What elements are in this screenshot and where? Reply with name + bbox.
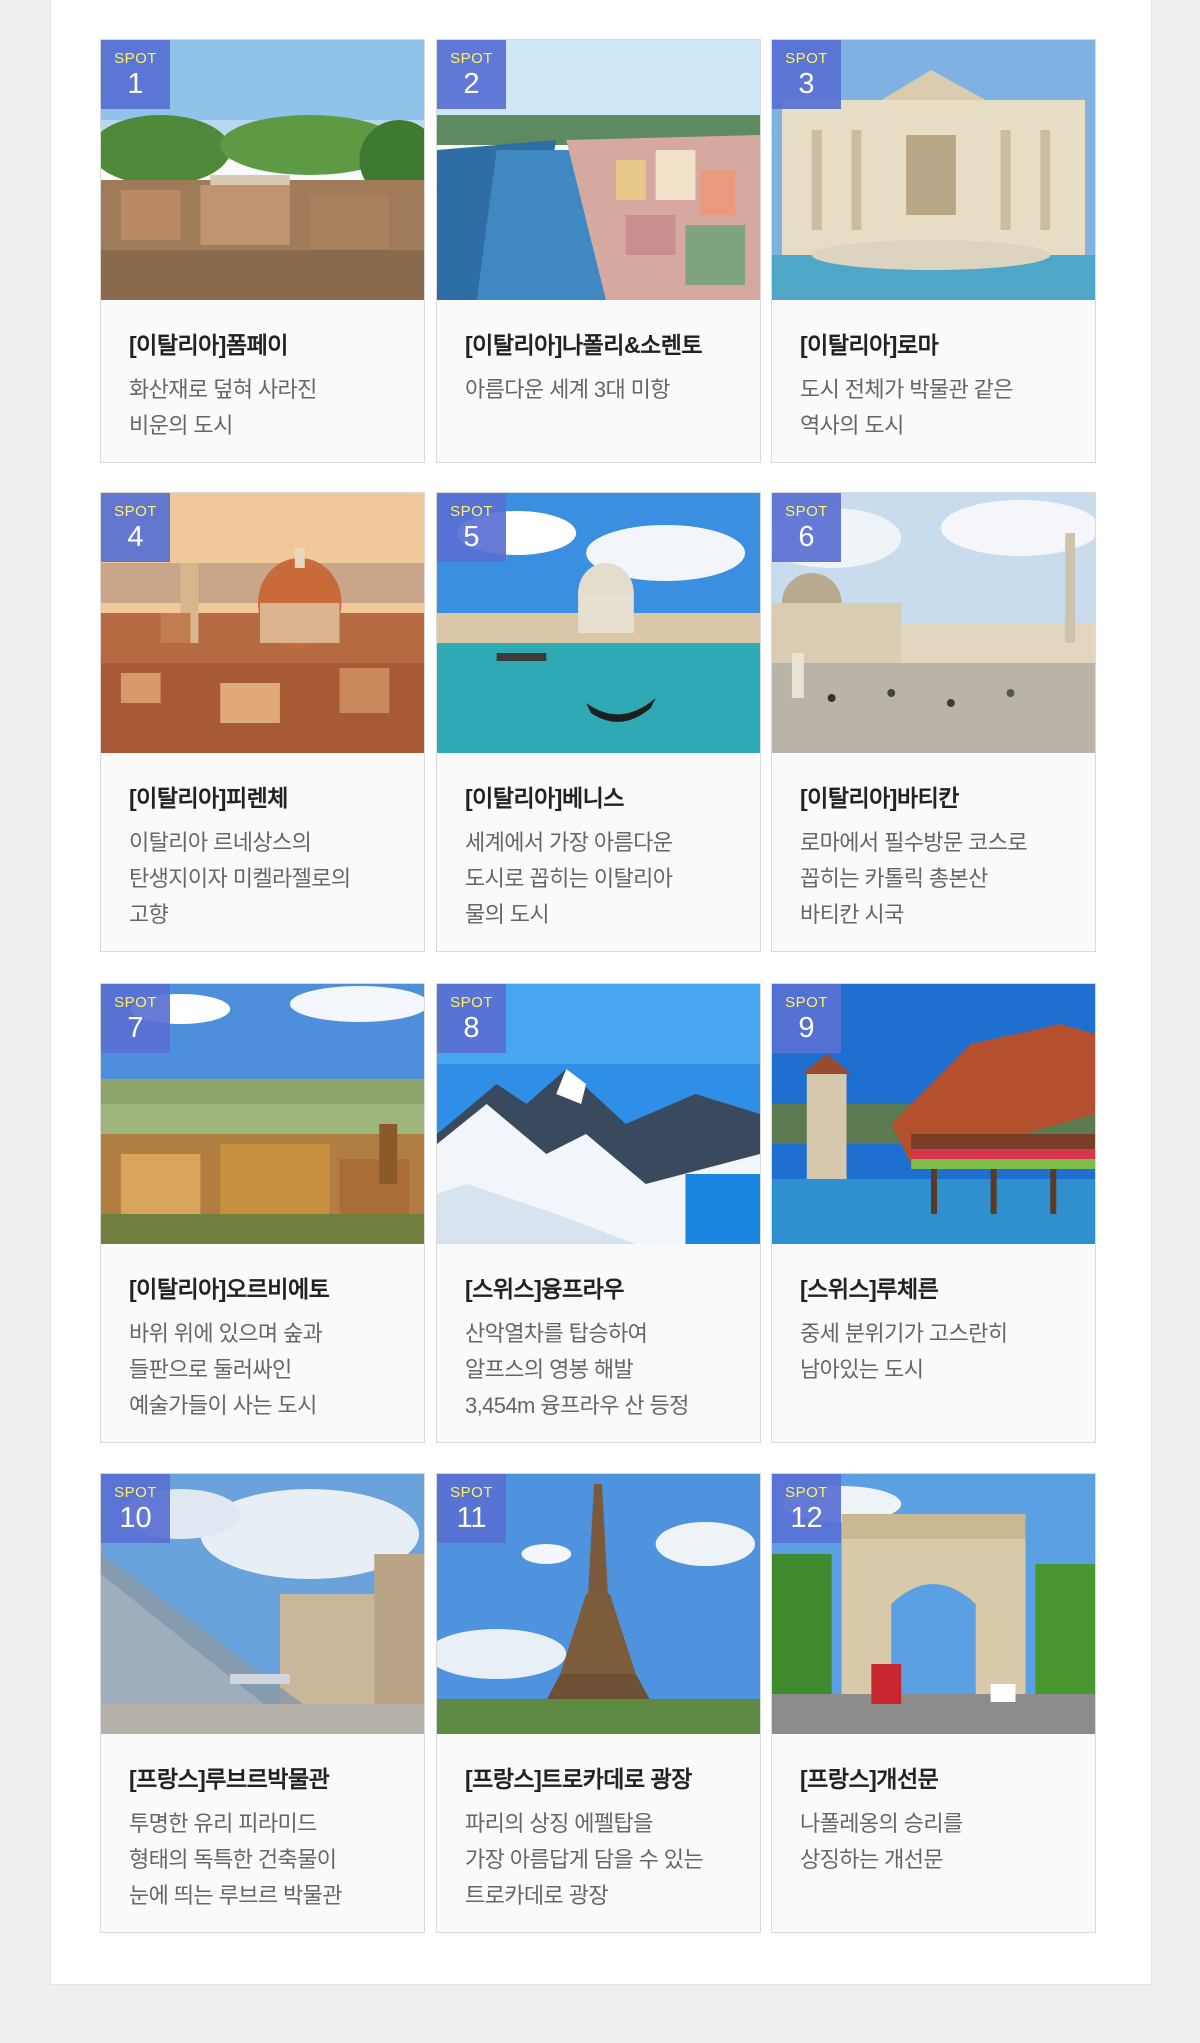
spot-card-1[interactable]: SPOT 1 [이탈리아]폼페이 화산재로 덮혀 사라진 비운의 도시 <box>100 39 425 463</box>
spot-title: [이탈리아]로마 <box>800 332 939 358</box>
spot-title: [프랑스]트로카데로 광장 <box>465 1766 692 1792</box>
spot-title: [스위스]융프라우 <box>465 1276 624 1302</box>
spot-badge: SPOT 2 <box>437 40 506 109</box>
spot-badge: SPOT 4 <box>101 493 170 562</box>
spot-card-2[interactable]: SPOT 2 [이탈리아]나폴리&소렌토 아름다운 세계 3대 미항 <box>436 39 761 463</box>
spot-badge: SPOT 7 <box>101 984 170 1053</box>
spot-image-jungfrau: SPOT 8 <box>437 984 760 1244</box>
spot-badge: SPOT 11 <box>437 1474 506 1543</box>
spot-image-venice: SPOT 5 <box>437 493 760 753</box>
spot-badge: SPOT 3 <box>772 40 841 109</box>
spot-title: [이탈리아]나폴리&소렌토 <box>465 332 703 358</box>
spot-card-9[interactable]: SPOT 9 [스위스]루체른 중세 분위기가 고스란히 남아있는 도시 <box>771 983 1096 1443</box>
spot-description: 도시 전체가 박물관 같은 역사의 도시 <box>800 377 1014 438</box>
spot-badge: SPOT 6 <box>772 493 841 562</box>
spot-description: 이탈리아 르네상스의 탄생지이자 미켈라젤로의 고향 <box>129 830 351 927</box>
spot-description: 중세 분위기가 고스란히 남아있는 도시 <box>800 1321 1008 1382</box>
spot-image-louvre: SPOT 10 <box>101 1474 424 1734</box>
spot-title: [프랑스]루브르박물관 <box>129 1766 330 1792</box>
spot-title: [이탈리아]오르비에토 <box>129 1276 330 1302</box>
spot-badge: SPOT 12 <box>772 1474 841 1543</box>
spot-image-arc-de-triomphe: SPOT 12 <box>772 1474 1095 1734</box>
spot-title: [프랑스]개선문 <box>800 1766 939 1792</box>
spot-card-7[interactable]: SPOT 7 [이탈리아]오르비에토 바위 위에 있으며 숲과 들판으로 둘러싸인… <box>100 983 425 1443</box>
spot-badge: SPOT 10 <box>101 1474 170 1543</box>
spot-title: [이탈리아]폼페이 <box>129 332 288 358</box>
spot-image-florence: SPOT 4 <box>101 493 424 753</box>
spot-card-6[interactable]: SPOT 6 [이탈리아]바티칸 로마에서 필수방문 코스로 꼽히는 카톨릭 총본… <box>771 492 1096 952</box>
spot-image-rome: SPOT 3 <box>772 40 1095 300</box>
spot-card-11[interactable]: SPOT 11 [프랑스]트로카데로 광장 파리의 상징 에펠탑을 가장 아름답게… <box>436 1473 761 1933</box>
spot-card-12[interactable]: SPOT 12 [프랑스]개선문 나폴레옹의 승리를 상징하는 개선문 <box>771 1473 1096 1933</box>
spot-description: 파리의 상징 에펠탑을 가장 아름답게 담을 수 있는 트로카데로 광장 <box>465 1811 704 1908</box>
spot-badge: SPOT 8 <box>437 984 506 1053</box>
spot-card-3[interactable]: SPOT 3 [이탈리아]로마 도시 전체가 박물관 같은 역사의 도시 <box>771 39 1096 463</box>
spot-title: [스위스]루체른 <box>800 1276 939 1302</box>
spot-card-4[interactable]: SPOT 4 [이탈리아]피렌체 이탈리아 르네상스의 탄생지이자 미켈라젤로의 고… <box>100 492 425 952</box>
spot-description: 세계에서 가장 아름다운 도시로 꼽히는 이탈리아 물의 도시 <box>465 830 673 927</box>
spot-description: 산악열차를 탑승하여 알프스의 영봉 해발 3,454m 융프라우 산 등정 <box>465 1321 689 1418</box>
spot-image-pompeii: SPOT 1 <box>101 40 424 300</box>
spot-description: 투명한 유리 피라미드 형태의 독특한 건축물이 눈에 띄는 루브르 박물관 <box>129 1811 343 1908</box>
spot-image-orvieto: SPOT 7 <box>101 984 424 1244</box>
spot-image-trocadero: SPOT 11 <box>437 1474 760 1734</box>
spot-title: [이탈리아]피렌체 <box>129 785 288 811</box>
spot-description: 로마에서 필수방문 코스로 꼽히는 카톨릭 총본산 바티칸 시국 <box>800 830 1028 927</box>
spot-card-5[interactable]: SPOT 5 [이탈리아]베니스 세계에서 가장 아름다운 도시로 꼽히는 이탈리… <box>436 492 761 952</box>
spot-image-vatican: SPOT 6 <box>772 493 1095 753</box>
spot-badge: SPOT 5 <box>437 493 506 562</box>
spot-title: [이탈리아]베니스 <box>465 785 624 811</box>
spot-description: 바위 위에 있으며 숲과 들판으로 둘러싸인 예술가들이 사는 도시 <box>129 1321 323 1418</box>
spot-card-8[interactable]: SPOT 8 [스위스]융프라우 산악열차를 탑승하여 알프스의 영봉 해발 3,4… <box>436 983 761 1443</box>
spot-badge: SPOT 1 <box>101 40 170 109</box>
spot-title: [이탈리아]바티칸 <box>800 785 959 811</box>
spot-description: 화산재로 덮혀 사라진 비운의 도시 <box>129 377 317 438</box>
spot-card-10[interactable]: SPOT 10 [프랑스]루브르박물관 투명한 유리 피라미드 형태의 독특한 건… <box>100 1473 425 1933</box>
spot-badge: SPOT 9 <box>772 984 841 1053</box>
spot-image-lucerne: SPOT 9 <box>772 984 1095 1244</box>
spot-description: 나폴레옹의 승리를 상징하는 개선문 <box>800 1811 963 1872</box>
spot-image-naples: SPOT 2 <box>437 40 760 300</box>
spot-description: 아름다운 세계 3대 미항 <box>465 377 671 402</box>
